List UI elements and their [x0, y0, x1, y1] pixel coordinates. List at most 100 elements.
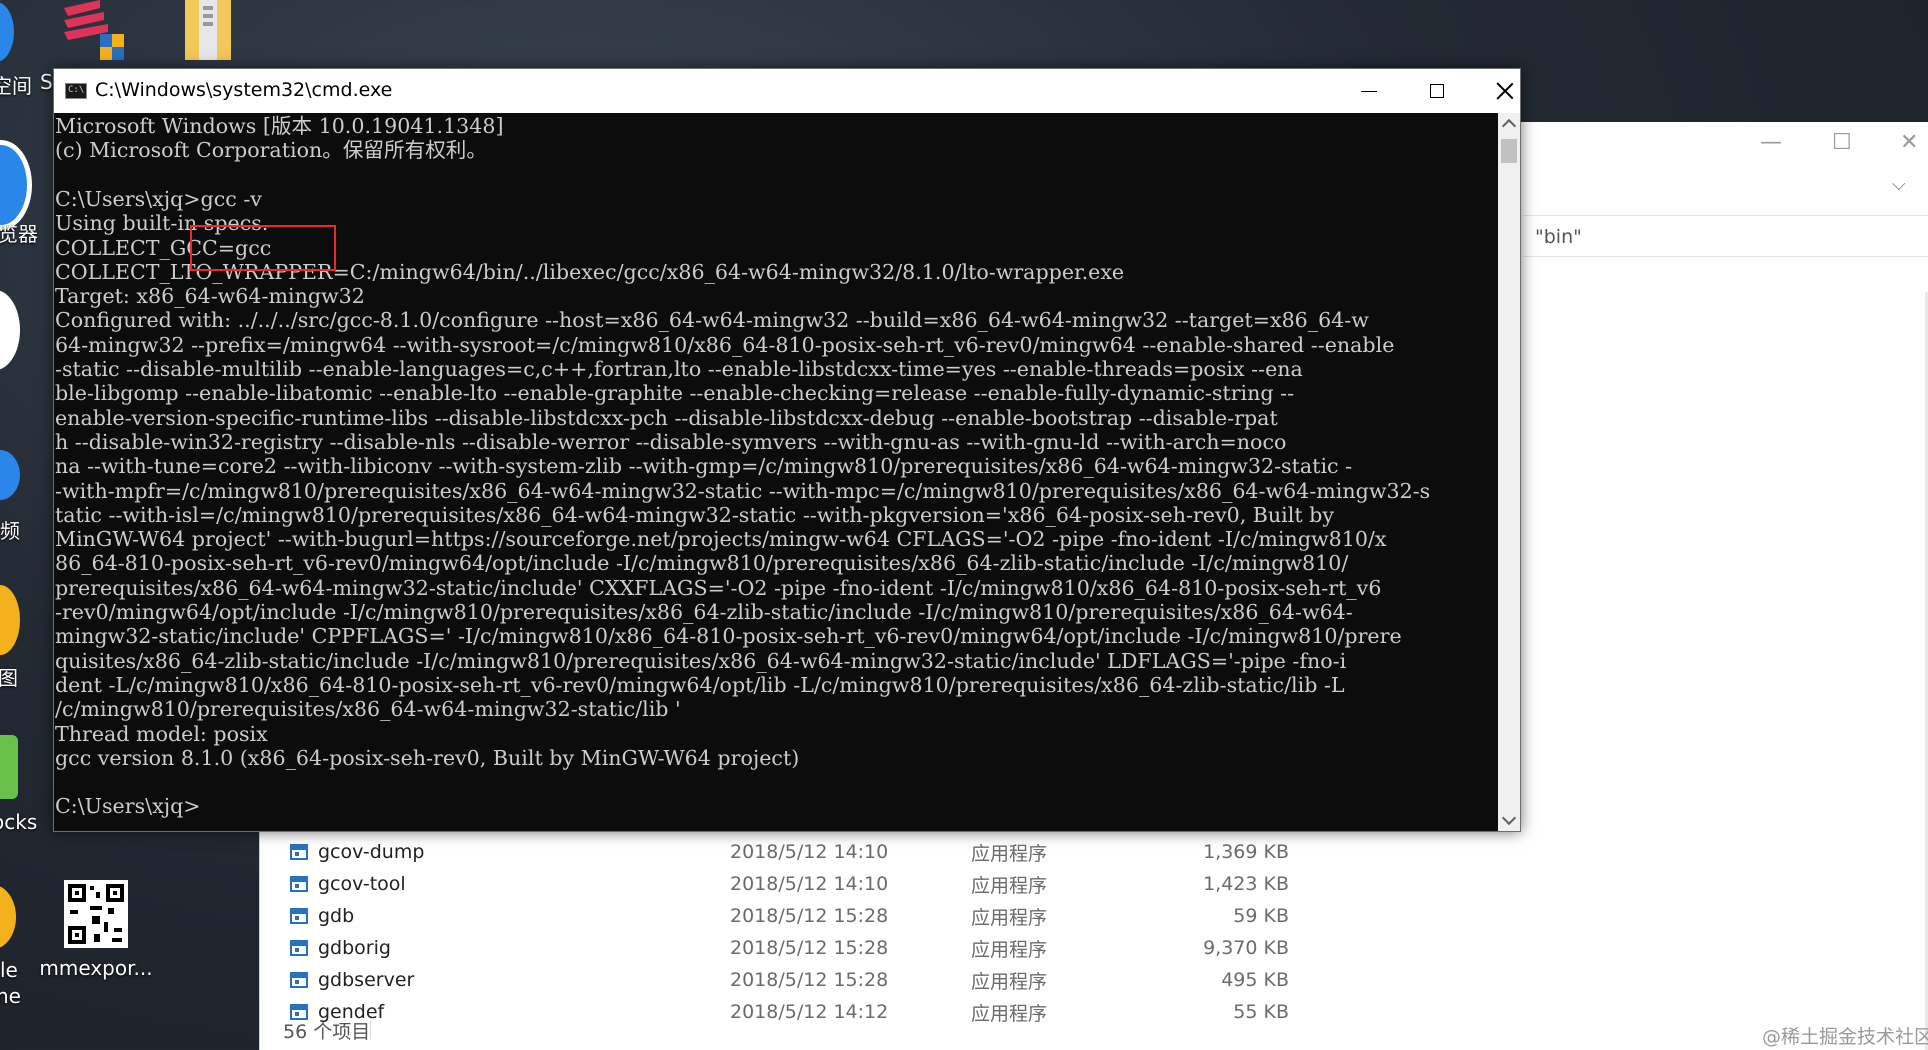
console-line: MinGW-W64 project' --with-bugurl=https:/…	[55, 527, 1387, 552]
explorer-maximize-button[interactable]: ☐	[1832, 130, 1852, 155]
console-line: 86_64-810-posix-seh-rt_v6-rev0/mingw64/o…	[55, 551, 1349, 576]
command-highlight-box	[190, 225, 336, 271]
chrome-like-icon[interactable]	[0, 885, 16, 949]
file-size: 59 KB	[1233, 905, 1289, 927]
folder-icon[interactable]	[178, 0, 238, 64]
file-row[interactable]: gcov-dump 2018/5/12 14:10 应用程序 1,369 KB	[260, 836, 1320, 868]
explorer-close-button[interactable]: ✕	[1900, 130, 1918, 155]
console-line: ble-libgomp --enable-libatomic --enable-…	[55, 381, 1295, 406]
file-type: 应用程序	[971, 970, 1048, 993]
explorer-minimize-button[interactable]: —	[1760, 130, 1782, 155]
cmd-window-title: C:\Windows\system32\cmd.exe	[95, 79, 393, 101]
desktop-label-image: 图	[0, 666, 18, 690]
console-line: gcc version 8.1.0 (x86_64-posix-seh-rev0…	[55, 745, 800, 770]
item-count-status: 56 个项目	[283, 1021, 371, 1043]
qr-file-label: mmexpor...	[39, 956, 153, 980]
chevron-down-icon	[1501, 810, 1517, 826]
file-type: 应用程序	[971, 1002, 1048, 1025]
status-divider	[370, 1019, 371, 1039]
file-type: 应用程序	[971, 906, 1048, 929]
file-type: 应用程序	[971, 938, 1048, 961]
console-line: na --with-tune=core2 --with-libiconv --w…	[55, 454, 1353, 479]
minimize-button[interactable]	[1334, 69, 1404, 113]
scroll-up-button[interactable]	[1498, 113, 1520, 135]
console-line: 64-mingw32 --prefix=/mingw64 --with-sysr…	[55, 332, 1395, 357]
cmd-window: C:\ C:\Windows\system32\cmd.exe Microsof…	[53, 68, 1521, 832]
exe-file-icon	[290, 876, 308, 892]
watermark: @稀土掘金技术社区	[1762, 1026, 1928, 1048]
console-line: h --disable-win32-registry --disable-nls…	[55, 429, 1287, 454]
console-line: quisites/x86_64-zlib-static/include -I/c…	[55, 648, 1347, 673]
desktop-label-blocks: ocks	[0, 810, 38, 834]
desktop-label-space: 空间	[0, 74, 32, 98]
file-date: 2018/5/12 15:28	[730, 937, 889, 959]
browser-icon[interactable]	[0, 140, 32, 230]
console-line: enable-version-specific-runtime-libs --d…	[55, 405, 1278, 430]
app-logo-icon	[64, 0, 124, 60]
console-line: /c/mingw810/prerequisites/x86_64-w64-min…	[55, 697, 681, 722]
console-line: Thread model: posix	[55, 721, 268, 746]
file-date: 2018/5/12 14:10	[730, 841, 889, 863]
file-row[interactable]: gdb 2018/5/12 15:28 应用程序 59 KB	[260, 900, 1320, 932]
minimize-icon	[1361, 90, 1377, 92]
console-line: -static --disable-multilib --enable-lang…	[55, 357, 1303, 381]
console-output[interactable]: Microsoft Windows [版本 10.0.19041.1348] (c…	[54, 113, 1498, 831]
file-name: gdb	[318, 905, 355, 927]
maximize-icon	[1430, 84, 1444, 98]
exe-file-icon	[290, 908, 308, 924]
console-line: C:\Users\xjq>gcc -v	[55, 186, 262, 211]
console-line: -rev0/mingw64/opt/include -I/c/mingw810/…	[55, 600, 1353, 624]
image-app-icon[interactable]	[0, 585, 20, 655]
console-line: Microsoft Windows [版本 10.0.19041.1348]	[55, 114, 504, 138]
scroll-down-button[interactable]	[1498, 809, 1520, 831]
partial-app-icon[interactable]	[0, 2, 14, 62]
exe-file-icon	[290, 940, 308, 956]
cmd-titlebar[interactable]: C:\ C:\Windows\system32\cmd.exe	[54, 69, 1520, 113]
blocks-app-icon[interactable]	[0, 735, 18, 799]
chevron-up-icon	[1501, 118, 1517, 134]
qr-image-file[interactable]: mmexpor...	[39, 880, 153, 980]
file-date: 2018/5/12 15:28	[730, 905, 889, 927]
maximize-button[interactable]	[1402, 69, 1472, 113]
file-date: 2018/5/12 15:28	[730, 969, 889, 991]
exe-file-icon	[290, 972, 308, 988]
desktop-label-le: le	[0, 958, 18, 982]
file-type: 应用程序	[971, 874, 1048, 897]
file-row[interactable]: gcov-tool 2018/5/12 14:10 应用程序 1,423 KB	[260, 868, 1320, 900]
file-size: 55 KB	[1233, 1001, 1289, 1023]
file-row[interactable]: gdbserver 2018/5/12 15:28 应用程序 495 KB	[260, 964, 1320, 996]
console-line: -with-mpfr=/c/mingw810/prerequisites/x86…	[55, 478, 1431, 503]
file-name: gdborig	[318, 937, 391, 959]
desktop-label-s: S	[40, 70, 53, 94]
console-line: C:\Users\xjq>	[55, 794, 201, 819]
close-icon	[1496, 82, 1514, 100]
console-line: Configured with: ../../../src/gcc-8.1.0/…	[55, 308, 1369, 333]
search-path-text: "bin"	[1535, 226, 1582, 248]
scroll-thumb[interactable]	[1501, 139, 1517, 163]
file-name: gcov-tool	[318, 873, 406, 895]
partial-app-icon-2[interactable]	[0, 290, 20, 370]
desktop-app-icon[interactable]	[60, 0, 130, 64]
file-size: 9,370 KB	[1203, 937, 1289, 959]
cmd-scrollbar[interactable]	[1498, 113, 1520, 831]
close-button[interactable]	[1470, 69, 1540, 113]
console-line: (c) Microsoft Corporation。保留所有权利。	[55, 138, 487, 163]
cmd-app-icon: C:\	[65, 83, 87, 99]
console-line: dent -L/c/mingw810/x86_64-810-posix-seh-…	[55, 672, 1345, 697]
exe-file-icon	[290, 844, 308, 860]
video-app-icon[interactable]	[0, 450, 20, 500]
explorer-search-box[interactable]: "bin"	[1523, 215, 1928, 257]
chevron-down-icon[interactable]: ⌵	[1892, 174, 1906, 195]
console-line: mingw32-static/include' CPPFLAGS=' -I/c/…	[55, 624, 1402, 649]
console-line: tatic --with-isl=/c/mingw810/prerequisit…	[55, 502, 1334, 527]
desktop-label-ne: ne	[0, 984, 21, 1008]
file-date: 2018/5/12 14:12	[730, 1001, 889, 1023]
qr-code-icon	[64, 880, 128, 948]
console-line: prerequisites/x86_64-w64-mingw32-static/…	[55, 575, 1382, 600]
file-name: gcov-dump	[318, 841, 425, 863]
file-row[interactable]: gendef 2018/5/12 14:12 应用程序 55 KB	[260, 996, 1320, 1028]
file-date: 2018/5/12 14:10	[730, 873, 889, 895]
file-size: 1,423 KB	[1203, 873, 1289, 895]
file-size: 495 KB	[1221, 969, 1289, 991]
file-row[interactable]: gdborig 2018/5/12 15:28 应用程序 9,370 KB	[260, 932, 1320, 964]
